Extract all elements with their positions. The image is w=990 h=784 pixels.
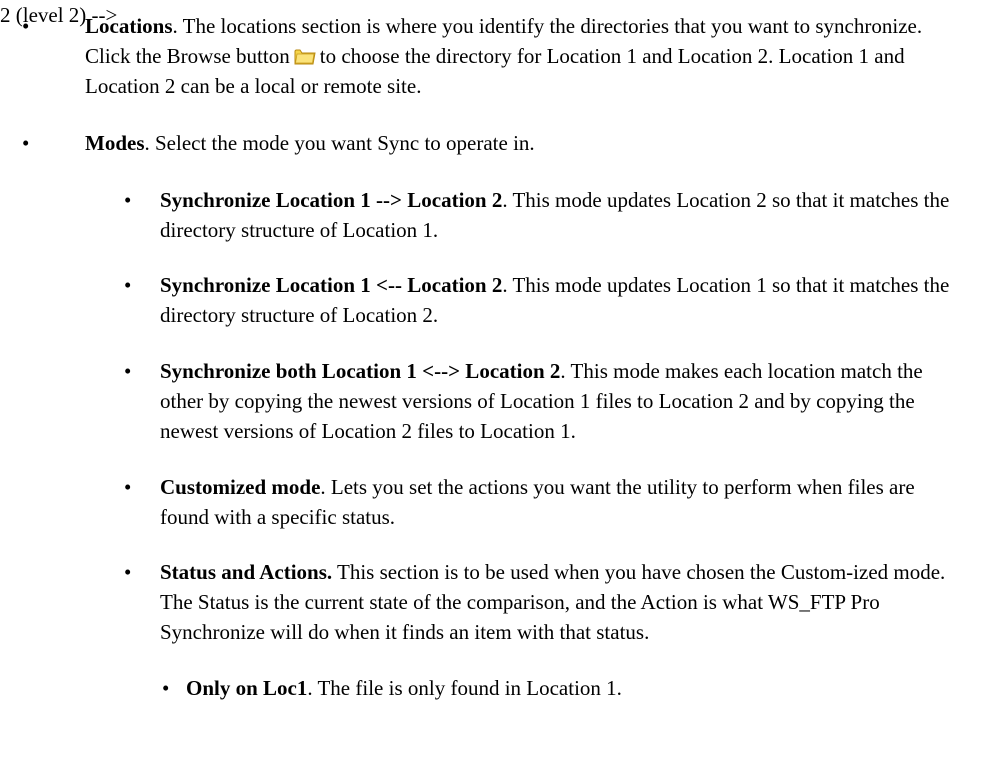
- bullet: •: [124, 188, 132, 212]
- list-item-locations: • Locations. The locations section is wh…: [0, 11, 990, 101]
- list-item-text: Customized mode. Lets you set the action…: [160, 472, 965, 532]
- bullet: •: [124, 560, 132, 584]
- list-item-text: Only on Loc1. The file is only found in …: [186, 673, 966, 703]
- item-body: . The file is only found in Location 1.: [307, 676, 622, 700]
- list-item-text: Modes. Select the mode you want Sync to …: [85, 128, 965, 158]
- item-title: Synchronize Location 1 <-- Location 2: [160, 273, 503, 297]
- item-title: Customized mode: [160, 475, 321, 499]
- document-page: • Locations. The locations section is wh…: [0, 0, 990, 784]
- bullet: •: [22, 131, 30, 155]
- item-title: Status and Actions.: [160, 560, 333, 584]
- list-item-customized-mode: • Customized mode. Lets you set the acti…: [0, 472, 990, 532]
- list-item-text: Synchronize Location 1 --> Location 2. T…: [160, 185, 965, 245]
- item-body: . Select the mode you want Sync to opera…: [144, 131, 535, 155]
- bullet: •: [22, 14, 30, 38]
- list-item-sync-2-to-1: • Synchronize Location 1 <-- Location 2.…: [0, 270, 990, 330]
- list-item-only-on-loc1: • Only on Loc1. The file is only found i…: [0, 673, 990, 703]
- list-item-text: Synchronize both Location 1 <--> Locatio…: [160, 356, 965, 446]
- list-item-sync-1-to-2: • Synchronize Location 1 --> Location 2.…: [0, 185, 990, 245]
- bullet: •: [162, 676, 170, 700]
- list-item-status-and-actions: • Status and Actions. This section is to…: [0, 557, 990, 647]
- item-title: Synchronize both Location 1 <--> Locatio…: [160, 359, 561, 383]
- bullet: •: [124, 475, 132, 499]
- list-item-sync-both: • Synchronize both Location 1 <--> Locat…: [0, 356, 990, 446]
- item-title: Only on Loc1: [186, 676, 308, 700]
- bullet: •: [124, 273, 132, 297]
- item-title: Synchronize Location 1 --> Location 2: [160, 188, 503, 212]
- list-item-text: Locations. The locations section is wher…: [85, 11, 965, 101]
- list-item-text: Status and Actions. This section is to b…: [160, 557, 965, 647]
- list-item-text: Synchronize Location 1 <-- Location 2. T…: [160, 270, 965, 330]
- list-item-modes: • Modes. Select the mode you want Sync t…: [0, 128, 990, 158]
- bullet: •: [124, 359, 132, 383]
- folder-icon: [294, 44, 316, 65]
- item-title: Modes: [85, 131, 145, 155]
- item-title: Locations: [85, 14, 173, 38]
